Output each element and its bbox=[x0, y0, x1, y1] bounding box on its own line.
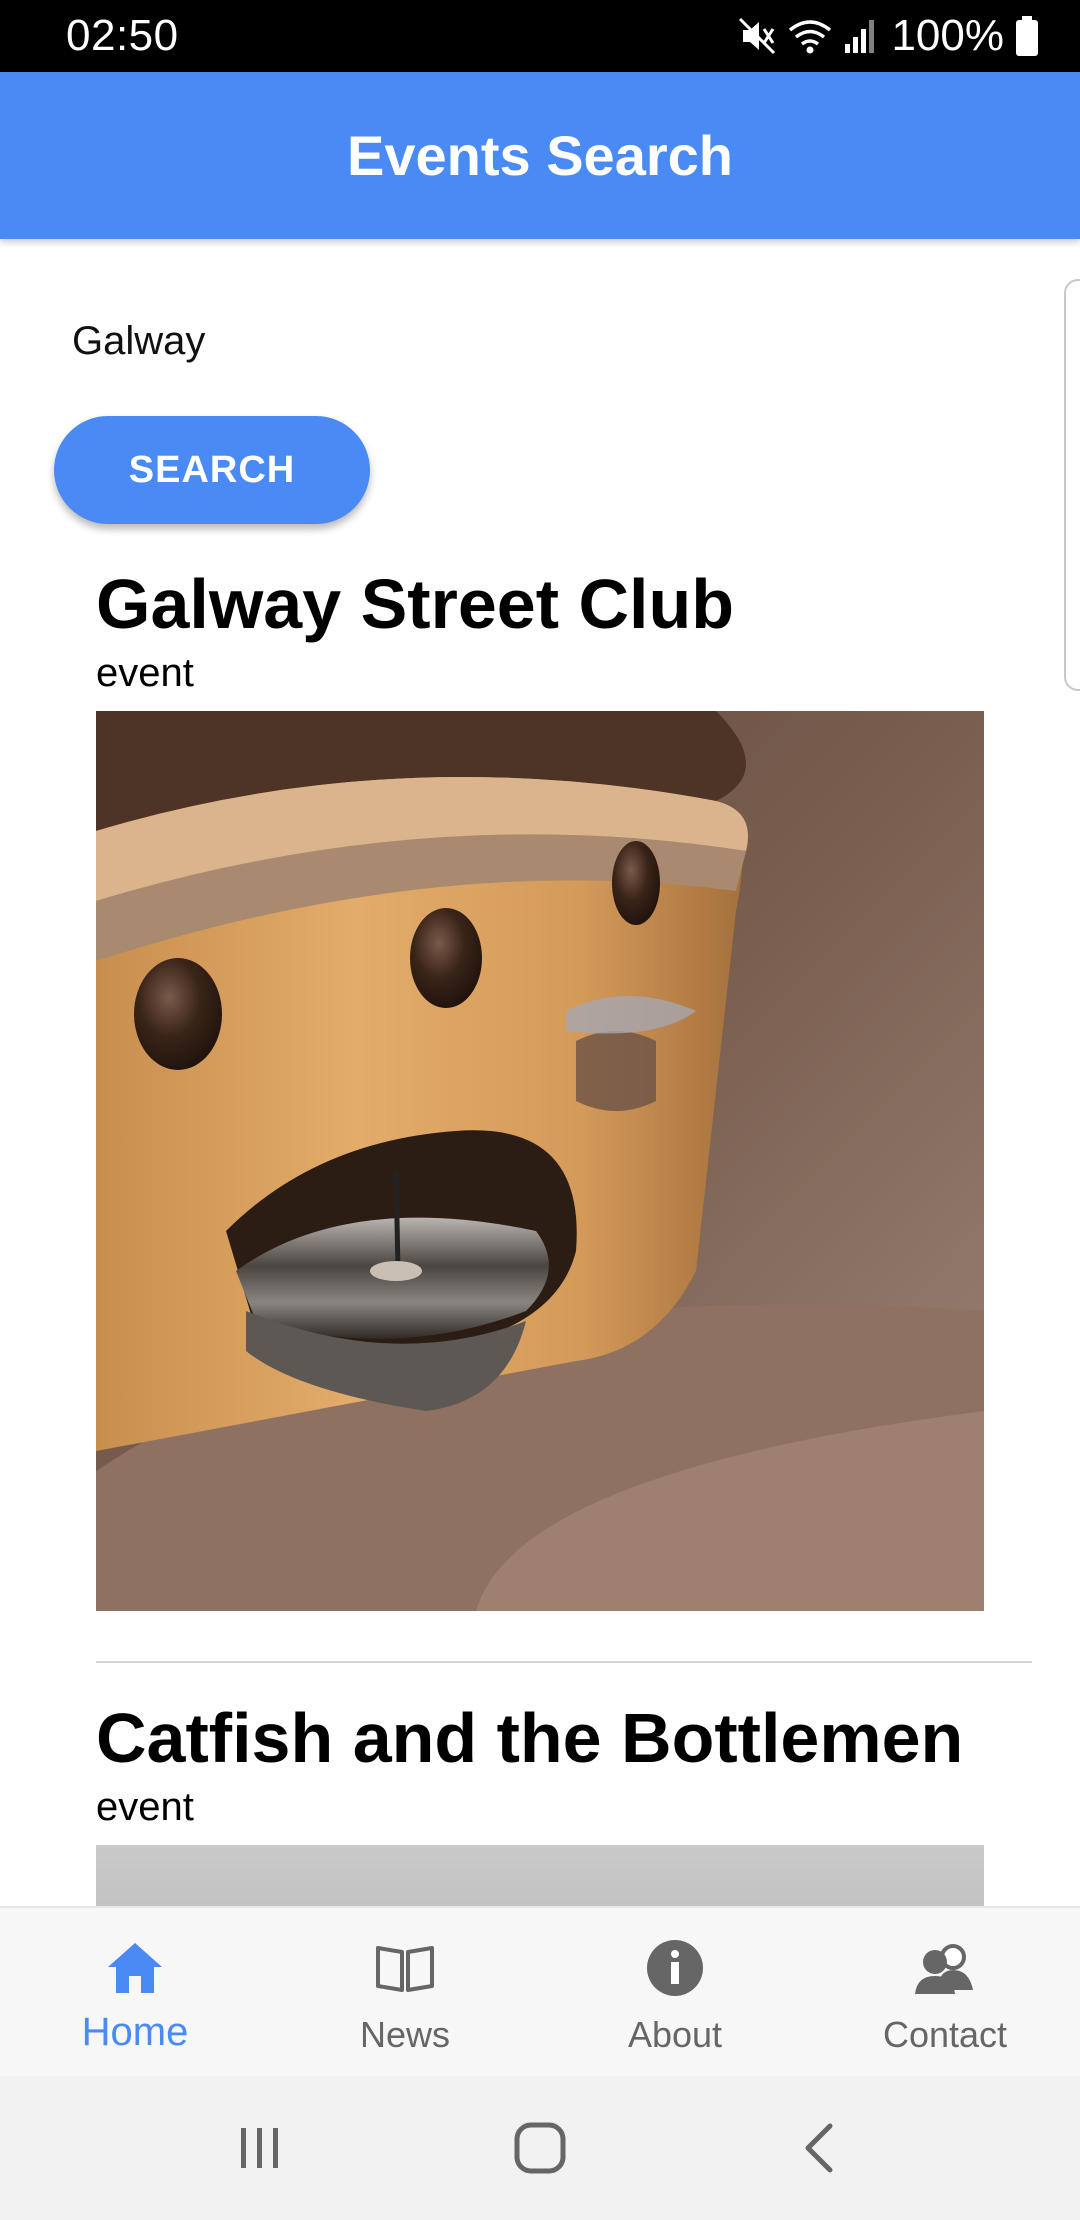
app-bar: Events Search bbox=[0, 72, 1080, 239]
tab-label: About bbox=[627, 2014, 723, 2055]
event-type: event bbox=[96, 651, 194, 695]
tab-label: Contact bbox=[882, 2014, 1008, 2055]
book-icon bbox=[373, 1936, 437, 2000]
search-button[interactable]: SEARCH bbox=[54, 416, 370, 524]
signal-icon bbox=[843, 16, 877, 56]
event-title: Galway Street Club bbox=[96, 565, 734, 643]
tab-about[interactable]: About bbox=[540, 1908, 810, 2076]
wifi-icon bbox=[787, 16, 833, 56]
content-area[interactable]: SEARCH Galway Street Club event bbox=[0, 239, 1080, 1906]
battery-percent: 100% bbox=[891, 11, 1004, 60]
event-image bbox=[96, 1845, 984, 1906]
tab-news[interactable]: News bbox=[270, 1908, 540, 2076]
tab-contact[interactable]: Contact bbox=[810, 1908, 1080, 2076]
search-input[interactable] bbox=[72, 311, 972, 371]
event-type: event bbox=[96, 1785, 194, 1829]
tab-home[interactable]: Home bbox=[0, 1908, 270, 2076]
event-title: Catfish and the Bottlemen bbox=[96, 1699, 964, 1777]
info-icon bbox=[643, 1936, 707, 2000]
system-nav-bar bbox=[0, 2076, 1080, 2220]
mute-icon bbox=[737, 16, 777, 56]
list-item[interactable]: Catfish and the Bottlemen event bbox=[96, 1693, 1032, 1906]
event-image bbox=[96, 711, 984, 1611]
bottom-tab-bar: Home News About Contact bbox=[0, 1906, 1080, 2076]
people-icon bbox=[913, 1936, 977, 2000]
status-icons: 100% bbox=[737, 11, 1040, 61]
status-bar: 02:50 100% bbox=[0, 0, 1080, 72]
event-list: Galway Street Club event Catfish and the… bbox=[96, 559, 1032, 1906]
tab-label: Home bbox=[81, 2010, 189, 2054]
home-icon bbox=[103, 1936, 167, 2000]
battery-icon bbox=[1014, 15, 1040, 57]
list-item[interactable]: Galway Street Club event bbox=[96, 559, 1032, 1663]
app-screen: 02:50 100% Events Search Galway SEARCH G… bbox=[0, 0, 1080, 2220]
status-time: 02:50 bbox=[66, 11, 179, 60]
scrollbar[interactable] bbox=[1064, 279, 1080, 691]
back-icon[interactable] bbox=[760, 2098, 880, 2198]
divider bbox=[96, 1661, 1032, 1663]
page-title: Events Search bbox=[347, 124, 733, 187]
home-nav-icon[interactable] bbox=[480, 2098, 600, 2198]
tab-label: News bbox=[359, 2014, 451, 2055]
recent-apps-icon[interactable] bbox=[200, 2098, 320, 2198]
